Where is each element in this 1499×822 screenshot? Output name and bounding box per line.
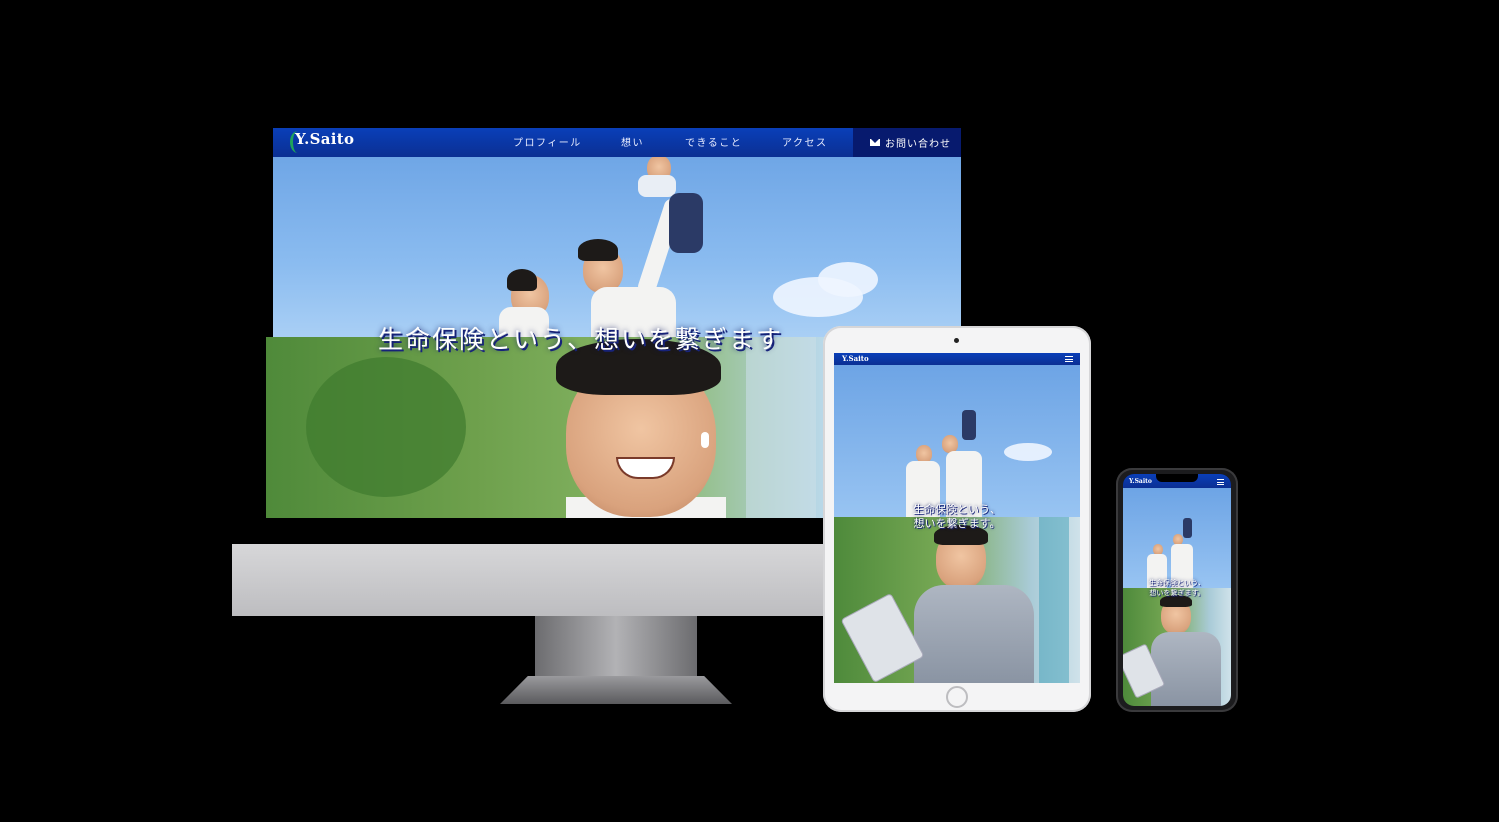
man-suit	[914, 585, 1034, 683]
hamburger-menu-icon[interactable]	[1065, 356, 1073, 362]
nav-item-services[interactable]: できること	[685, 134, 742, 149]
tablet-nav-bar: Y.Saito	[834, 353, 1080, 365]
baby-pants	[669, 193, 703, 253]
phone-catch-line1: 生命保険という、	[1149, 579, 1205, 587]
contact-label: お問い合わせ	[885, 139, 951, 150]
tablet-catch-line2: 想いを繋ぎます。	[913, 517, 1001, 530]
cloud	[818, 262, 878, 297]
building	[746, 337, 816, 518]
held-tablet	[840, 592, 925, 683]
tablet-catchphrase: 生命保険という、 想いを繋ぎます。	[834, 503, 1080, 531]
hero-sky-image	[273, 155, 961, 347]
tablet-catch-line1: 生命保険という、	[913, 503, 1001, 516]
hero-catchphrase: 生命保険という、想いを繋ぎます	[378, 325, 784, 354]
tree-foliage	[306, 357, 466, 497]
contact-button[interactable]: お問い合わせ	[853, 128, 961, 157]
cloud	[1004, 443, 1052, 461]
hamburger-menu-icon[interactable]	[1217, 479, 1224, 485]
baby	[1183, 518, 1192, 538]
imac-stand-neck	[535, 616, 697, 678]
nav-item-profile[interactable]: プロフィール	[513, 134, 582, 149]
nav-item-thoughts[interactable]: 想い	[621, 134, 644, 149]
man-suit	[1151, 632, 1221, 706]
phone-catch-line2: 想いを繋ぎます。	[1149, 589, 1205, 597]
phone-logo[interactable]: Y.Saito	[1129, 478, 1152, 485]
phone-catchphrase: 生命保険という、 想いを繋ぎます。	[1123, 578, 1231, 598]
baby	[962, 410, 976, 440]
phone-notch	[1156, 474, 1198, 482]
mail-icon	[870, 139, 880, 146]
tablet-hero-sky	[834, 365, 1080, 517]
ipad-screen: Y.Saito 生命保険という、 想いを繋ぎます。	[834, 353, 1080, 683]
phone-hero-sky	[1123, 488, 1231, 588]
apple-logo-icon	[600, 560, 632, 596]
home-button[interactable]	[946, 686, 968, 708]
earbud	[701, 432, 709, 448]
site-logo[interactable]: Y.Saito	[295, 130, 354, 148]
father-hair	[578, 239, 618, 261]
baby-top	[638, 175, 676, 197]
nav-item-access[interactable]: アクセス	[782, 134, 828, 149]
phone-hero-man	[1123, 588, 1231, 706]
tablet-logo[interactable]: Y.Saito	[842, 354, 869, 363]
camera-icon	[954, 338, 959, 343]
desktop-nav-bar: Y.Saito プロフィール 想い できること アクセス お問い合わせ	[273, 128, 961, 157]
imac-chin	[232, 544, 832, 616]
iphone-screen: Y.Saito 生命保険という、 想いを繋ぎます。	[1123, 474, 1231, 706]
imac-stand-foot	[500, 676, 732, 704]
building	[1039, 517, 1069, 683]
woman-hair	[507, 269, 537, 291]
tablet-hero-man	[834, 517, 1080, 683]
